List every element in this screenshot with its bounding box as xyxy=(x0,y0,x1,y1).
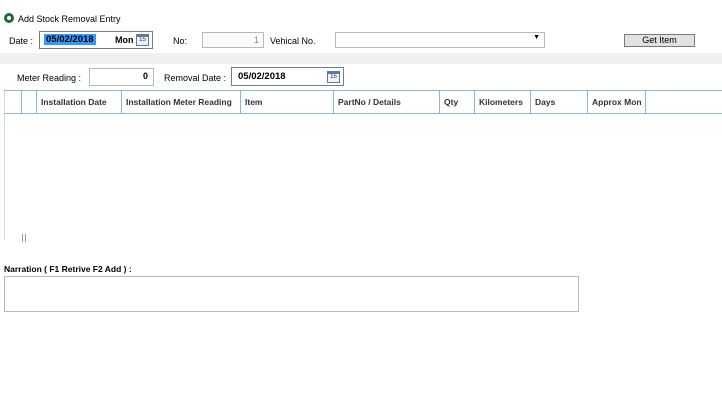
col-installation-date[interactable]: Installation Date xyxy=(37,91,122,113)
vehicle-label: Vehical No. xyxy=(270,36,316,46)
grid-scroll-handle[interactable] xyxy=(22,234,26,242)
separator-stripe xyxy=(0,53,722,64)
app-icon xyxy=(4,13,14,23)
vehicle-select[interactable]: ▼ xyxy=(335,32,545,48)
narration-label: Narration ( F1 Retrive F2 Add ) : xyxy=(4,264,132,274)
col-kilometers[interactable]: Kilometers xyxy=(475,91,531,113)
removal-date-field[interactable]: 05/02/2018 15 xyxy=(231,67,344,86)
col-installation-meter-reading[interactable]: Installation Meter Reading xyxy=(122,91,241,113)
date-label: Date : xyxy=(9,36,34,46)
col-approx-mon[interactable]: Approx Mon xyxy=(588,91,646,113)
meter-reading-value: 0 xyxy=(142,71,148,81)
meter-reading-input[interactable]: 0 xyxy=(89,68,154,86)
row-header-cell xyxy=(4,91,22,113)
narration-textarea[interactable] xyxy=(4,276,579,312)
col-partno-details[interactable]: PartNo / Details xyxy=(334,91,440,113)
date-value: 05/02/2018 xyxy=(44,34,96,45)
removal-date-value: 05/02/2018 xyxy=(238,71,286,82)
grid-header: Installation Date Installation Meter Rea… xyxy=(4,91,722,114)
calendar-icon[interactable]: 15 xyxy=(136,34,149,46)
get-item-button[interactable]: Get Item xyxy=(624,34,695,47)
select-cell[interactable] xyxy=(22,91,37,113)
col-qty[interactable]: Qty xyxy=(440,91,475,113)
no-field: 1 xyxy=(202,32,264,48)
window-title: Add Stock Removal Entry xyxy=(18,14,121,24)
col-item[interactable]: Item xyxy=(241,91,334,113)
items-grid[interactable]: Installation Date Installation Meter Rea… xyxy=(4,90,722,241)
calendar-icon[interactable]: 15 xyxy=(327,71,340,83)
no-value: 1 xyxy=(253,35,259,45)
removal-date-label: Removal Date : xyxy=(164,73,227,83)
dropdown-arrow-icon[interactable]: ▼ xyxy=(533,34,540,41)
meter-reading-label: Meter Reading : xyxy=(17,73,82,83)
day-value: Mon xyxy=(115,35,134,45)
no-label: No: xyxy=(173,36,188,46)
date-field[interactable]: 05/02/2018 Mon 15 xyxy=(39,31,153,49)
col-days[interactable]: Days xyxy=(531,91,588,113)
